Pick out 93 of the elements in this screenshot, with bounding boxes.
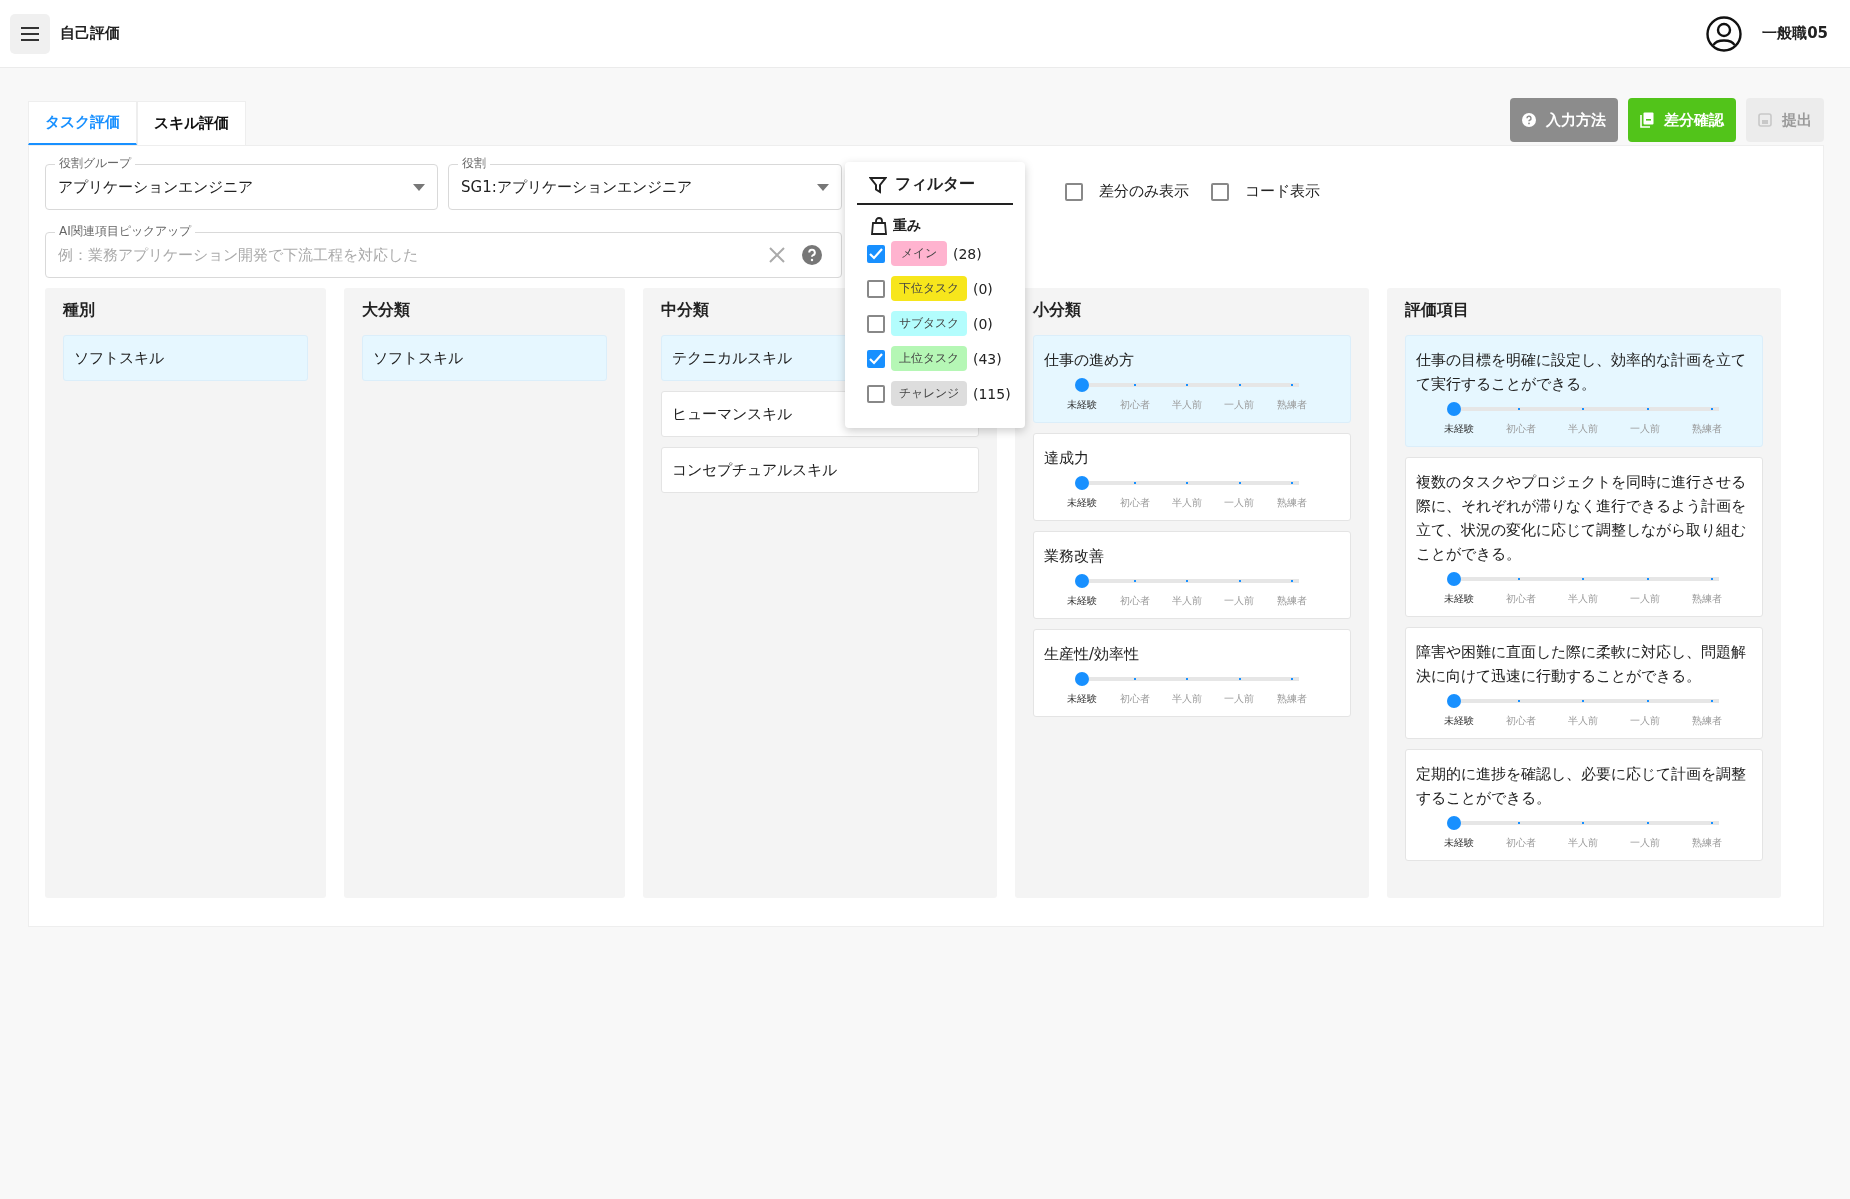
field-label: 役割	[458, 155, 490, 171]
popup-title: フィルター	[895, 174, 975, 195]
scale-label: 初心者	[1505, 422, 1537, 436]
save-icon	[1758, 113, 1772, 127]
scale-label: 熟練者	[1691, 422, 1723, 436]
scale-label: 初心者	[1118, 594, 1151, 608]
scale-label: 熟練者	[1691, 592, 1723, 606]
caret-icon	[413, 183, 425, 191]
skill-text: 障害や困難に直面した際に柔軟に対応し、問題解決に向けて迅速に行動することができる。	[1416, 642, 1747, 687]
scale-label: 半人前	[1567, 422, 1599, 436]
checkbox[interactable]	[867, 244, 885, 263]
scale-label: 熟練者	[1275, 398, 1308, 412]
user-name: 一般職05	[1762, 24, 1828, 43]
scale-label: 半人前	[1171, 594, 1203, 608]
scale-label: 熟練者	[1691, 836, 1723, 850]
slider-thumb[interactable]	[1075, 672, 1089, 686]
category-item[interactable]: ソフトスキル	[63, 335, 308, 381]
filter-icon	[869, 175, 887, 194]
column-title: 評価項目	[1405, 300, 1469, 321]
slider-thumb[interactable]	[1447, 402, 1461, 416]
scale-label: 未経験	[1443, 714, 1475, 728]
slider-thumb[interactable]	[1075, 476, 1089, 490]
document-icon	[1640, 112, 1654, 128]
option-count: (0)	[973, 315, 993, 332]
scale-label: 半人前	[1567, 836, 1599, 850]
scale-label: 未経験	[1066, 692, 1099, 706]
skill-text: 複数のタスクやプロジェクトを同時に進行させる際に、それぞれが滞りなく進行できるよう計画を立て、状況の変化に応じて調整しながら取り組むことができる。	[1416, 472, 1747, 565]
scale-label: 熟練者	[1691, 714, 1723, 728]
checkbox[interactable]	[1065, 182, 1083, 201]
skill-text: 業務改善	[1044, 546, 1105, 567]
scale-label: 初心者	[1118, 692, 1151, 706]
category-item[interactable]: ソフトスキル	[362, 335, 607, 381]
checkbox[interactable]	[1211, 182, 1229, 201]
scale-label: 半人前	[1171, 398, 1203, 412]
column-title: 小分類	[1033, 300, 1081, 321]
weight-tag: チャレンジ	[891, 381, 967, 406]
scale-label: 未経験	[1066, 496, 1099, 510]
slider-thumb[interactable]	[1447, 572, 1461, 586]
scale-label: 半人前	[1567, 714, 1599, 728]
weight-tag: メイン	[891, 241, 947, 266]
skill-text: 生産性/効率性	[1044, 644, 1141, 665]
scale-label: 初心者	[1118, 398, 1151, 412]
checkbox-label: 差分のみ表示	[1099, 182, 1189, 201]
scale-label: 未経験	[1066, 594, 1099, 608]
help-icon[interactable]	[802, 245, 822, 265]
column-title: 種別	[63, 300, 95, 321]
field-label: AI関連項目ピックアップ	[55, 223, 195, 239]
option-count: (0)	[973, 280, 993, 297]
checkbox[interactable]	[867, 314, 885, 333]
menu-icon	[20, 25, 40, 42]
help-icon	[1522, 113, 1536, 127]
option-count: (28)	[953, 245, 982, 262]
skill-text: 仕事の目標を明確に設定し、効率的な計画を立てて実行することができる。	[1416, 350, 1747, 395]
checkbox[interactable]	[867, 279, 885, 298]
category-item[interactable]: コンセプチュアルスキル	[661, 447, 979, 493]
scale-label: 未経験	[1443, 592, 1475, 606]
scale-label: 未経験	[1066, 398, 1099, 412]
scale-label: 未経験	[1443, 422, 1475, 436]
skill-text: 仕事の進め方	[1044, 350, 1135, 371]
slider-thumb[interactable]	[1075, 378, 1089, 392]
column-title: 大分類	[362, 300, 410, 321]
weight-icon	[871, 217, 887, 235]
column-title: 中分類	[661, 300, 709, 321]
checkbox-label: コード表示	[1245, 182, 1320, 201]
scale-label: 半人前	[1171, 496, 1203, 510]
weight-tag: サブタスク	[891, 311, 967, 336]
section-title: 重み	[893, 217, 921, 235]
scale-label: 未経験	[1443, 836, 1475, 850]
field-label: 役割グループ	[55, 155, 135, 171]
scale-label: 初心者	[1505, 592, 1537, 606]
slider-thumb[interactable]	[1447, 694, 1461, 708]
scale-label: 初心者	[1505, 836, 1537, 850]
scale-label: 半人前	[1171, 692, 1203, 706]
skill-text: 達成力	[1044, 448, 1090, 469]
scale-label: 初心者	[1505, 714, 1537, 728]
scale-label: 熟練者	[1275, 692, 1308, 706]
checkbox[interactable]	[867, 349, 885, 368]
weight-tag: 上位タスク	[891, 346, 967, 371]
tab[interactable]: スキル評価	[137, 101, 246, 145]
menu-button[interactable]	[10, 13, 50, 54]
page-title: 自己評価	[60, 24, 120, 43]
checkbox[interactable]	[867, 384, 885, 403]
scale-label: 初心者	[1118, 496, 1151, 510]
scale-label: 熟練者	[1275, 594, 1308, 608]
slider-thumb[interactable]	[1447, 816, 1461, 830]
user-avatar-icon[interactable]	[1706, 15, 1743, 52]
scale-label: 熟練者	[1275, 496, 1308, 510]
scale-label: 半人前	[1567, 592, 1599, 606]
caret-icon	[817, 183, 829, 191]
slider-thumb[interactable]	[1075, 574, 1089, 588]
clear-icon[interactable]	[768, 246, 786, 264]
skill-text: 定期的に進捗を確認し、必要に応じて計画を調整することができる。	[1416, 764, 1747, 809]
weight-tag: 下位タスク	[891, 276, 967, 301]
